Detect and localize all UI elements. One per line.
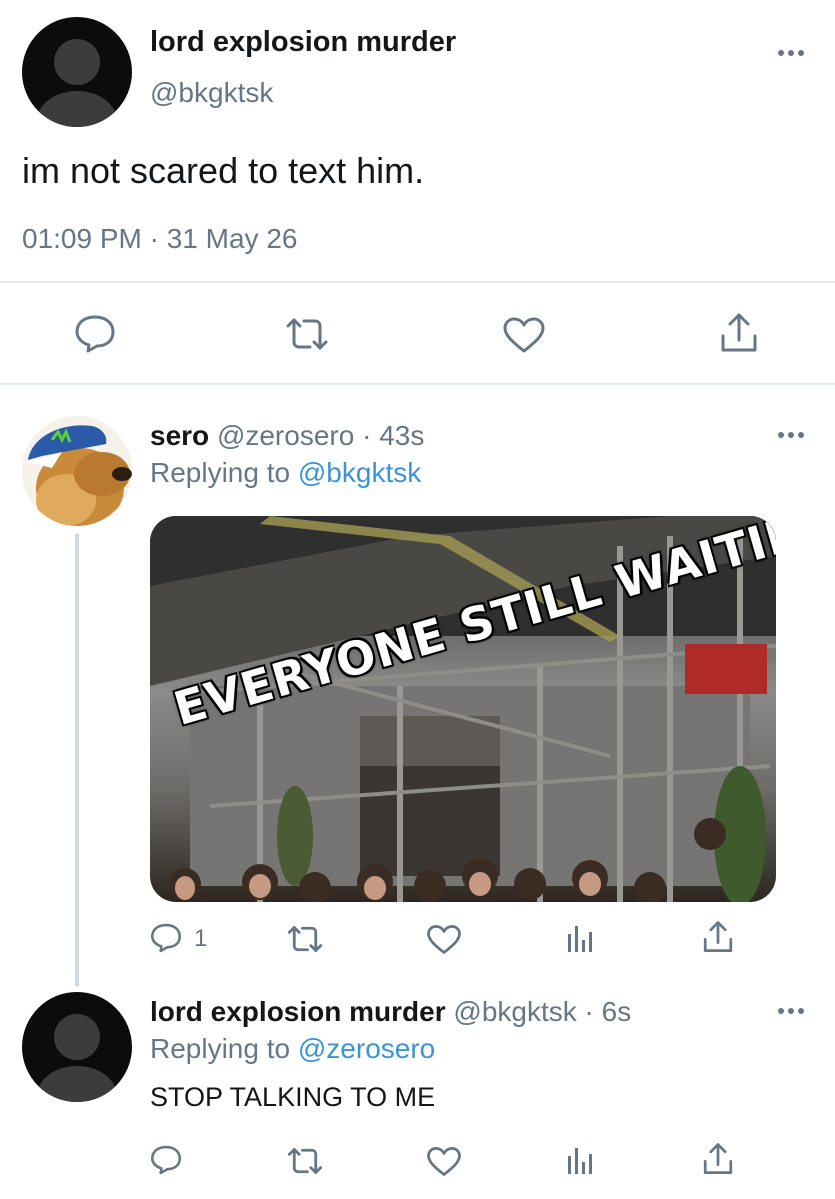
tweet-header: lord explosion murder @bkgktsk · 6s <box>150 996 631 1028</box>
like-icon[interactable] <box>426 1146 462 1177</box>
tweet-text: im not scared to text him. <box>22 150 425 191</box>
retweet-icon[interactable] <box>286 924 324 954</box>
avatar[interactable] <box>22 416 132 526</box>
handle[interactable]: @zerosero <box>217 420 354 451</box>
avatar[interactable] <box>22 992 132 1102</box>
tweet-text: STOP TALKING TO ME <box>150 1082 436 1112</box>
share-icon[interactable] <box>719 312 759 354</box>
like-icon[interactable] <box>502 316 546 354</box>
reply-icon[interactable] <box>150 922 182 954</box>
more-options-button[interactable] <box>778 432 804 438</box>
timestamp[interactable]: 01:09 PM · 31 May 26 <box>22 223 297 255</box>
reply-icon[interactable] <box>74 314 116 354</box>
more-options-button[interactable] <box>778 1008 804 1014</box>
retweet-icon[interactable] <box>284 316 330 352</box>
reply-icon[interactable] <box>150 1144 182 1176</box>
divider <box>0 383 835 385</box>
divider <box>0 281 835 283</box>
replying-to: Replying to @bkgktsk <box>150 457 421 489</box>
thread-line <box>75 534 79 986</box>
analytics-icon[interactable] <box>566 1144 596 1176</box>
handle[interactable]: @bkgktsk <box>150 77 273 109</box>
like-icon[interactable] <box>426 924 462 955</box>
timestamp[interactable]: · 6s <box>585 996 632 1027</box>
more-options-button[interactable] <box>778 50 804 56</box>
display-name[interactable]: sero <box>150 420 209 451</box>
replying-prefix: Replying to <box>150 1033 291 1064</box>
replying-to-link[interactable]: @zerosero <box>298 1033 435 1064</box>
avatar[interactable] <box>22 17 132 127</box>
tweet-header: sero @zerosero · 43s <box>150 420 424 452</box>
handle[interactable]: @bkgktsk <box>453 996 576 1027</box>
timestamp[interactable]: · 43s <box>362 420 424 451</box>
replying-to-link[interactable]: @bkgktsk <box>298 457 421 488</box>
display-name[interactable]: lord explosion murder <box>150 996 446 1027</box>
retweet-icon[interactable] <box>286 1146 324 1176</box>
media-image[interactable]: EVERYONE STILL WAITING <box>150 516 776 902</box>
reply-count: 1 <box>194 925 208 952</box>
replying-to: Replying to @zerosero <box>150 1033 435 1065</box>
analytics-icon[interactable] <box>566 922 596 954</box>
share-icon[interactable] <box>702 1142 734 1176</box>
share-icon[interactable] <box>702 920 734 954</box>
replying-prefix: Replying to <box>150 457 291 488</box>
display-name[interactable]: lord explosion murder <box>150 26 456 59</box>
